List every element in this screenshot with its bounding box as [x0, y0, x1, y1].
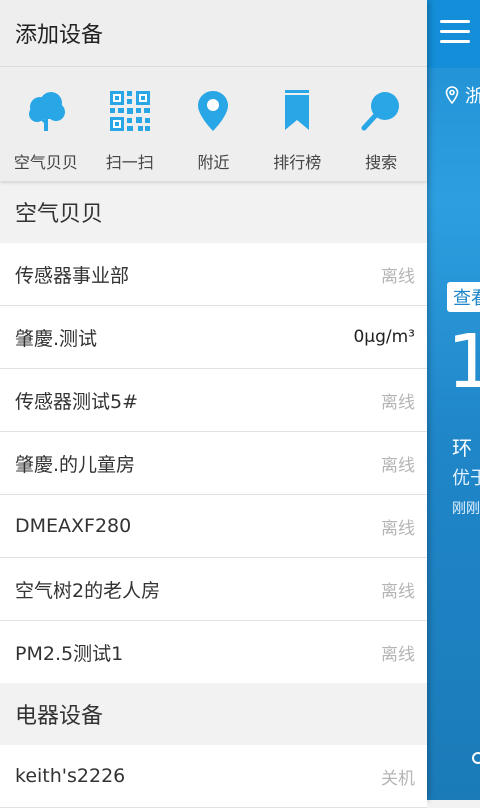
section-title-air-beibei: 空气贝贝: [0, 181, 427, 243]
background-app-panel: 浙 查看 1 环 优于 刚刚: [427, 0, 480, 800]
device-status: 离线: [381, 581, 415, 602]
device-name: 传感器事业部: [15, 264, 130, 287]
environment-label: 环: [452, 436, 472, 460]
page-indicator-dot: [472, 752, 480, 764]
device-status: 关机: [381, 768, 415, 789]
toolbar-label: 扫一扫: [105, 153, 154, 172]
device-row[interactable]: PM2.5测试1 离线: [0, 621, 427, 683]
toolbar-item-ranking[interactable]: 排行榜: [255, 67, 339, 173]
menu-icon[interactable]: [440, 20, 470, 44]
device-name: DMEAXF280: [15, 515, 132, 537]
location-pin-outline-icon: [445, 86, 459, 104]
quality-label: 优于: [452, 468, 480, 489]
add-device-drawer: 添加设备 空气贝贝 扫一扫 附近 排行榜 搜索 空气贝贝 传感器事业部 离线 肇…: [0, 0, 427, 808]
device-status: 离线: [381, 644, 415, 665]
device-row[interactable]: 传感器测试5# 离线: [0, 369, 427, 432]
device-name: 肇慶.测试: [15, 327, 98, 350]
device-name: 空气树2的老人房: [15, 579, 161, 602]
device-row[interactable]: 肇慶.测试 0μg/m³: [0, 306, 427, 369]
check-button[interactable]: 查看: [447, 282, 480, 312]
location-label: 浙: [445, 82, 480, 108]
device-row[interactable]: DMEAXF280 离线: [0, 495, 427, 558]
device-name: PM2.5测试1: [15, 642, 124, 665]
device-reading: 0μg/m³: [353, 327, 415, 347]
location-pin-icon: [198, 91, 229, 131]
qr-code-icon: [109, 91, 150, 131]
device-row[interactable]: 传感器事业部 离线: [0, 243, 427, 306]
big-reading-value: 1: [447, 319, 480, 405]
background-app-topbar: [427, 0, 480, 68]
toolbar-label: 空气贝贝: [13, 153, 78, 172]
device-name: 传感器测试5#: [15, 390, 139, 413]
bookmark-icon: [285, 90, 310, 130]
device-list-air-beibei: 传感器事业部 离线 肇慶.测试 0μg/m³ 传感器测试5# 离线 肇慶.的儿童…: [0, 243, 427, 683]
drawer-header: 添加设备: [0, 0, 427, 67]
device-status: 离线: [381, 455, 415, 476]
toolbar-item-search[interactable]: 搜索: [339, 67, 423, 173]
search-icon: [361, 92, 400, 131]
device-row[interactable]: 肇慶.的儿童房 离线: [0, 432, 427, 495]
toolbar-label: 排行榜: [273, 153, 322, 172]
device-name: keith's2226: [15, 765, 126, 787]
toolbar-label: 搜索: [365, 153, 398, 172]
device-list-appliances: keith's2226 关机: [0, 745, 427, 808]
action-toolbar: 空气贝贝 扫一扫 附近 排行榜 搜索: [0, 67, 427, 181]
device-row[interactable]: keith's2226 关机: [0, 745, 427, 808]
device-row[interactable]: 空气树2的老人房 离线: [0, 558, 427, 621]
device-status: 离线: [381, 392, 415, 413]
page-title: 添加设备: [15, 23, 104, 48]
device-status: 离线: [381, 518, 415, 539]
device-name: 肇慶.的儿童房: [15, 453, 136, 476]
toolbar-item-scan[interactable]: 扫一扫: [88, 67, 172, 173]
toolbar-item-nearby[interactable]: 附近: [172, 67, 256, 173]
cloud-tree-icon: [28, 92, 65, 131]
toolbar-label: 附近: [197, 153, 230, 172]
toolbar-item-air-beibei[interactable]: 空气贝贝: [4, 67, 88, 173]
section-title-appliances: 电器设备: [0, 683, 427, 745]
update-time-label: 刚刚: [452, 501, 480, 517]
location-text: 浙: [465, 86, 480, 107]
device-status: 离线: [381, 266, 415, 287]
